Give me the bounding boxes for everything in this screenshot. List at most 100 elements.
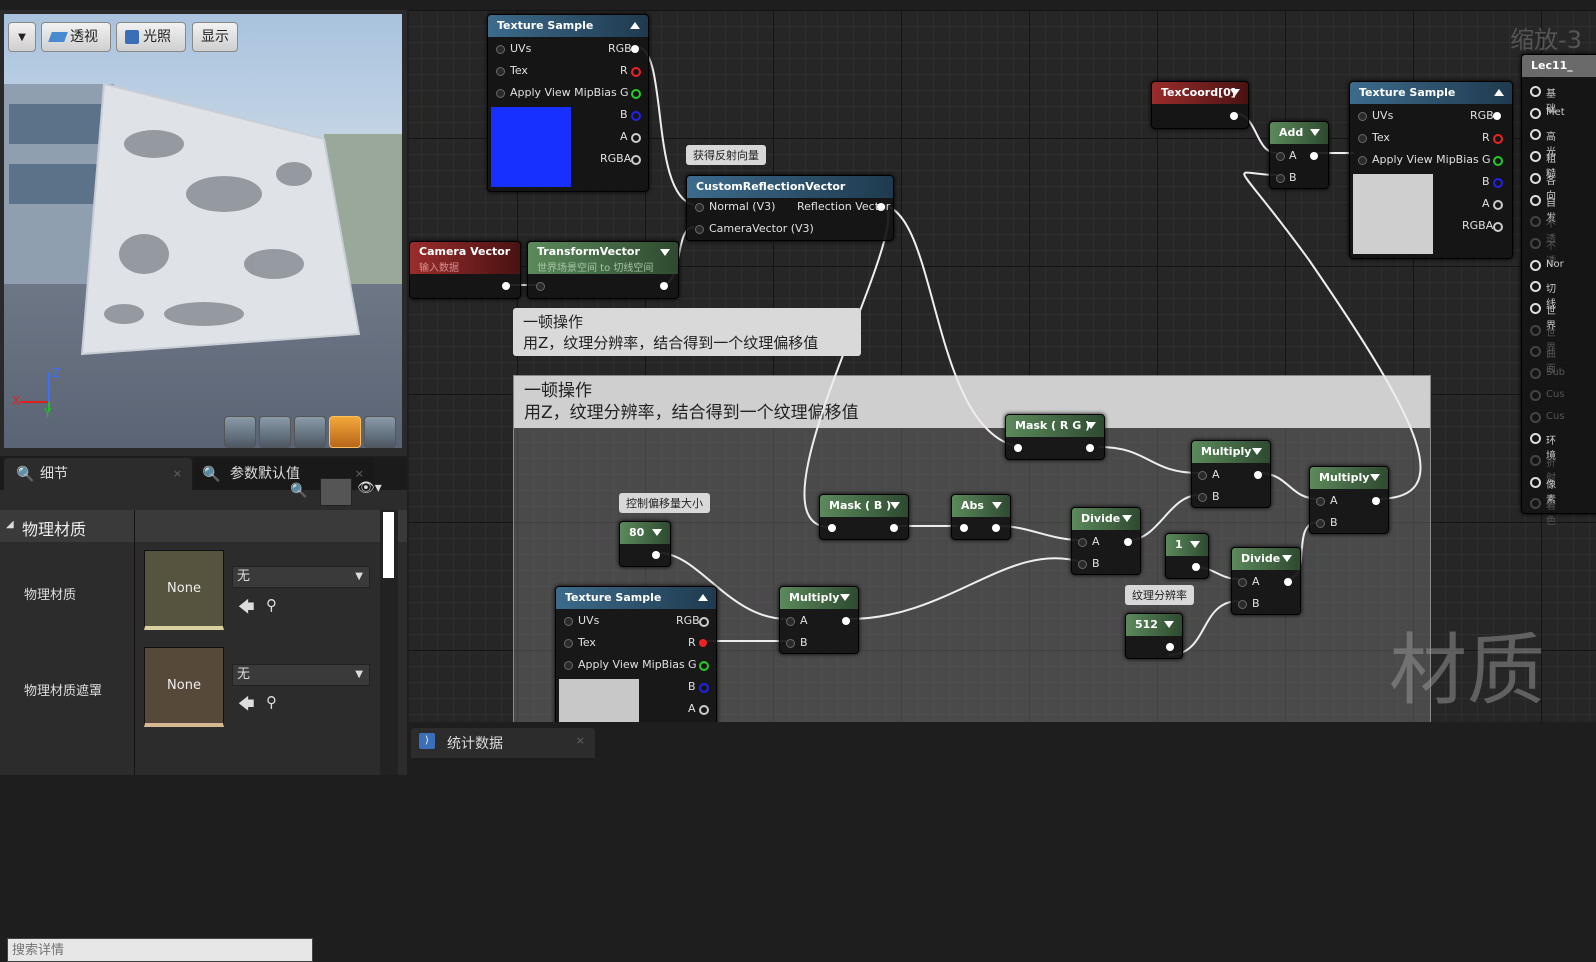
pin-b[interactable] [786,639,795,648]
pin-g[interactable] [699,661,709,671]
pin-b[interactable] [1493,178,1503,188]
constant-80-node[interactable]: 80 [619,521,671,567]
pin-mipbias[interactable] [564,661,573,670]
pin-input[interactable] [1530,107,1541,119]
pin-a[interactable] [1238,578,1247,587]
pin-b[interactable] [1198,493,1207,502]
pin-input[interactable] [1530,368,1541,380]
texcoord-node[interactable]: TexCoord[0] [1151,81,1249,129]
pin-r[interactable] [1493,134,1503,144]
material-graph-canvas[interactable]: 缩放-3 一顿操作 用Z，纹理分辨率，结合得到一个纹理偏移值 材质 Textur… [409,10,1596,722]
tab-stats[interactable]: ⟩ 统计数据 × [411,728,595,758]
pin-normal[interactable] [695,203,704,212]
texture-sample-node-3[interactable]: Texture Sample UVs Tex Apply View MipBia… [555,586,717,722]
eye-visibility-icon[interactable]: 👁▾ [357,480,397,504]
custom-mesh-preview-icon[interactable] [364,416,396,448]
constant-512-node[interactable]: 512 [1125,613,1183,659]
pin-input[interactable] [1530,194,1541,206]
pin-a[interactable] [1316,497,1325,506]
pin-input[interactable] [1530,411,1541,423]
pin-b[interactable] [699,683,709,693]
show-button[interactable]: 显示 [192,22,238,52]
pin-output[interactable] [1230,112,1238,120]
category-header[interactable]: ◢ 物理材质 [0,510,407,542]
pin-tex[interactable] [1358,134,1367,143]
pin-input[interactable] [1014,444,1022,452]
pin-input[interactable] [1530,129,1541,141]
pin-input[interactable] [1530,389,1541,401]
pin-input[interactable] [1530,454,1541,466]
pin-output[interactable] [1124,538,1132,546]
pin-output[interactable] [1192,563,1200,571]
use-selected-arrow-icon[interactable]: 🡄 [238,596,255,623]
close-icon[interactable]: × [576,734,585,747]
pin-input[interactable] [1530,86,1541,97]
pin-r[interactable] [699,639,707,647]
tab-details[interactable]: 🔍 细节 × [4,458,192,490]
mask-b-node[interactable]: Mask ( B ) [819,494,909,540]
comment-bubble[interactable]: 控制偏移量大小 [619,493,710,513]
texture-sample-node-1[interactable]: Texture Sample UVs Tex Apply View MipBia… [487,14,649,192]
pin-output[interactable] [1310,152,1318,160]
pin-input[interactable] [828,524,836,532]
pin-input[interactable] [1530,498,1541,510]
pin-output[interactable] [652,551,660,559]
viewport-options-button[interactable]: ▼ [8,22,36,52]
pin-a[interactable] [1493,200,1503,210]
pin-output[interactable] [1254,471,1262,479]
pin-b[interactable] [1078,560,1087,569]
pin-output[interactable] [502,282,510,290]
add-node[interactable]: Add A B [1269,121,1329,189]
pin-rgba[interactable] [631,155,641,165]
physical-material-dropdown[interactable]: 无 ▼ [232,566,370,588]
pin-uvs[interactable] [564,617,573,626]
abs-node[interactable]: Abs [951,494,1011,540]
pin-a[interactable] [699,705,709,715]
pin-b[interactable] [631,111,641,121]
divide-node-2[interactable]: Divide A B [1231,547,1301,615]
pin-input[interactable] [1530,476,1541,488]
pin-uvs[interactable] [1358,112,1367,121]
pin-rgb[interactable] [1493,112,1501,120]
pin-mipbias[interactable] [1358,156,1367,165]
pin-input[interactable] [1530,281,1541,293]
pin-output[interactable] [842,617,850,625]
pin-a[interactable] [786,617,795,626]
divide-node-1[interactable]: Divide A B [1071,507,1141,575]
material-result-node[interactable]: Lec11_ 基础 Met 高光 粗糙 各向 自发 不透 不透 Nor 切线 世界 世界 曲面 Sub Cu… [1521,54,1596,527]
constant-1-node[interactable]: 1 [1165,533,1209,579]
pin-a[interactable] [631,133,641,143]
pin-input[interactable] [1530,433,1541,445]
cube-preview-icon[interactable] [329,416,361,448]
comment-bubble[interactable]: 纹理分辨率 [1125,585,1194,605]
transform-vector-node[interactable]: TransformVector 世界场景空间 to 切线空间 [527,241,679,299]
pin-input[interactable] [1530,172,1541,184]
pin-input[interactable] [960,524,968,532]
pin-output[interactable] [1086,444,1094,452]
cylinder-preview-icon[interactable] [224,416,256,448]
pin-g[interactable] [1493,156,1503,166]
pin-uvs[interactable] [496,45,505,54]
pin-rgb[interactable] [699,617,709,627]
pin-output[interactable] [1166,643,1174,651]
physical-material-mask-thumbnail[interactable]: None [144,647,224,727]
pin-rgb[interactable] [631,45,639,53]
custom-reflection-vector-node[interactable]: CustomReflectionVector Normal (V3) Camer… [686,175,894,241]
collapse-icon[interactable] [1494,89,1504,96]
multiply-node-1[interactable]: Multiply A B [1191,440,1271,508]
pin-input[interactable] [1530,151,1541,163]
pin-reflection-vector[interactable] [877,203,885,211]
pin-b[interactable] [1238,600,1247,609]
browse-search-icon[interactable]: ⚲ [266,693,277,711]
use-selected-arrow-icon[interactable]: 🡄 [238,693,255,720]
collapse-icon[interactable] [698,594,708,601]
close-icon[interactable]: × [173,458,182,490]
multiply-node-3[interactable]: Multiply A B [1309,466,1389,534]
pin-a[interactable] [1078,538,1087,547]
pin-tex[interactable] [496,67,505,76]
pin-cameravector[interactable] [695,225,704,234]
pin-b[interactable] [1316,519,1325,528]
search-details-input[interactable] [7,938,313,962]
pin-input[interactable] [1530,216,1541,228]
pin-output[interactable] [992,524,1000,532]
